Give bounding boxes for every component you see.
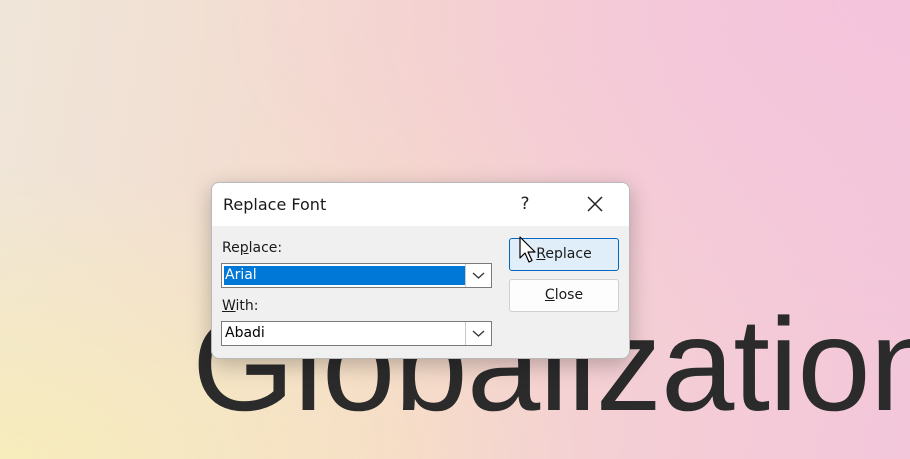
replace-dropdown-button[interactable] bbox=[465, 264, 491, 287]
dialog-titlebar: Replace Font ? bbox=[212, 183, 629, 226]
replace-font-value[interactable]: Arial bbox=[224, 266, 465, 285]
replace-label: Replace: bbox=[222, 240, 283, 256]
dialog-title: Replace Font bbox=[223, 195, 327, 214]
chevron-down-icon bbox=[472, 330, 485, 337]
close-window-button[interactable] bbox=[574, 189, 614, 219]
with-font-combobox[interactable]: Abadi bbox=[221, 321, 492, 346]
close-icon bbox=[587, 196, 603, 212]
replace-font-dialog: Replace Font ? Replace: Arial With: Abad… bbox=[211, 182, 630, 359]
close-button[interactable]: Close bbox=[509, 279, 619, 312]
with-dropdown-button[interactable] bbox=[465, 322, 491, 345]
mouse-pointer-icon bbox=[519, 236, 536, 263]
with-label: With: bbox=[222, 298, 259, 314]
chevron-down-icon bbox=[472, 272, 485, 279]
help-button[interactable]: ? bbox=[505, 189, 545, 219]
help-icon: ? bbox=[520, 194, 530, 214]
replace-font-combobox[interactable]: Arial bbox=[221, 263, 492, 288]
with-font-value[interactable]: Abadi bbox=[224, 324, 265, 343]
